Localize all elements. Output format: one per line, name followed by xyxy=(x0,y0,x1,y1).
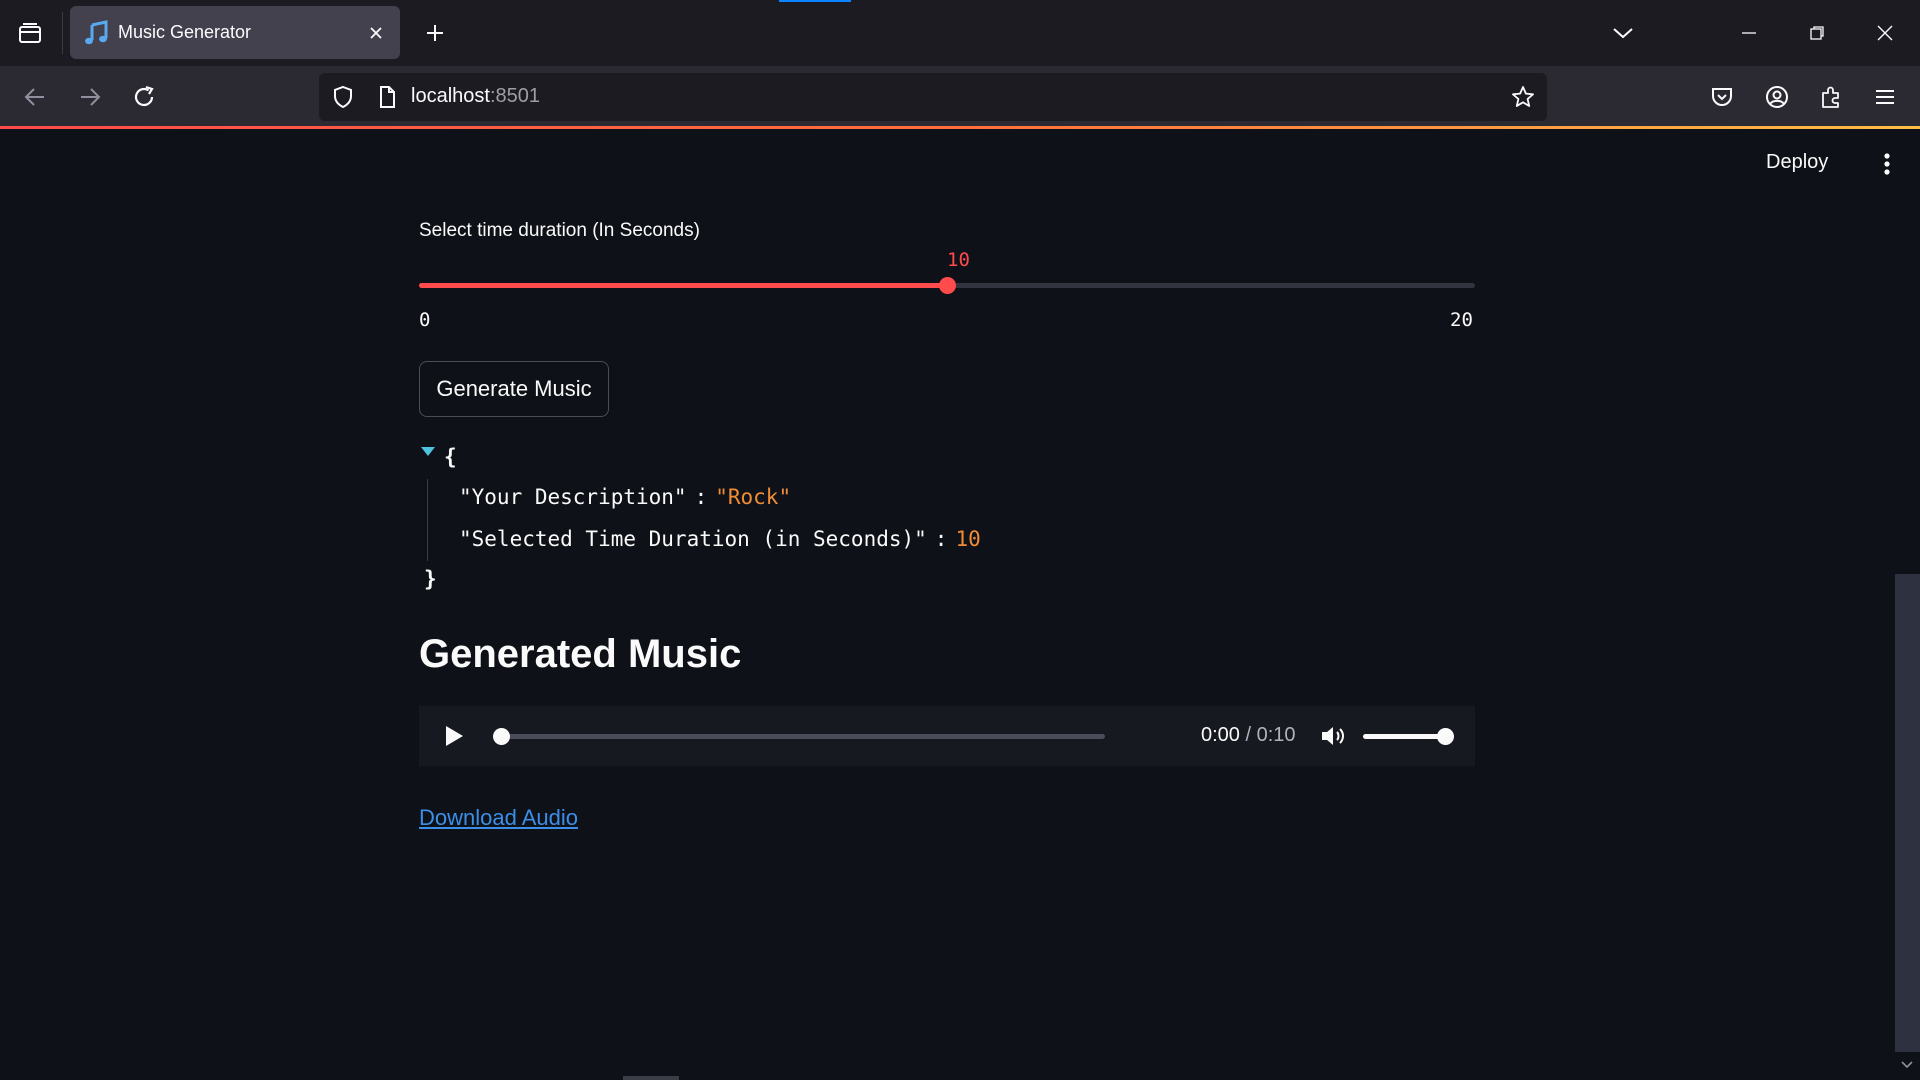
json-key: "Selected Time Duration (in Seconds)" xyxy=(459,527,927,551)
shield-icon[interactable] xyxy=(331,85,355,109)
tab-title: Music Generator xyxy=(118,22,252,42)
duration-slider[interactable] xyxy=(419,277,1475,294)
page-icon[interactable] xyxy=(375,85,399,109)
pocket-icon[interactable] xyxy=(1703,78,1741,116)
json-entry: "Selected Time Duration (in Seconds)":10 xyxy=(459,527,981,551)
scrollbar-thumb[interactable] xyxy=(1895,574,1920,1052)
deploy-button[interactable]: Deploy xyxy=(1766,151,1828,174)
slider-min-label: 0 xyxy=(419,309,431,331)
browser-tab-active[interactable]: Music Generator xyxy=(70,6,400,59)
slider-label: Select time duration (In Seconds) xyxy=(419,220,700,241)
json-value: "Rock" xyxy=(715,485,792,509)
json-entry: "Your Description": "Rock" xyxy=(459,485,791,509)
json-colon: : xyxy=(694,485,708,509)
collapse-caret-icon[interactable] xyxy=(421,447,435,456)
json-open-brace: { xyxy=(444,445,457,469)
audio-current-time: 0:00 xyxy=(1201,724,1240,746)
horizontal-scroll-indicator xyxy=(623,1076,679,1080)
slider-thumb[interactable] xyxy=(939,277,956,294)
close-tab-icon[interactable] xyxy=(360,17,392,49)
browser-nav-bar: localhost:8501 xyxy=(0,66,1920,128)
volume-thumb[interactable] xyxy=(1437,728,1454,745)
app-header: Deploy xyxy=(0,129,1920,199)
json-key: "Your Description" xyxy=(459,485,687,509)
star-icon[interactable] xyxy=(1511,85,1535,109)
tab-drag-indicator xyxy=(779,0,851,2)
new-tab-icon[interactable] xyxy=(418,16,452,50)
url-port: :8501 xyxy=(489,85,540,107)
extensions-icon[interactable] xyxy=(1812,78,1850,116)
audio-seek-bar[interactable] xyxy=(493,728,1105,745)
tab-overview-icon[interactable] xyxy=(12,18,48,50)
json-close-brace: } xyxy=(424,567,437,591)
list-all-tabs-icon[interactable] xyxy=(1603,14,1643,52)
restore-icon[interactable] xyxy=(1797,14,1837,52)
url-text[interactable]: localhost:8501 xyxy=(411,85,540,108)
minimize-icon[interactable] xyxy=(1729,14,1769,52)
json-colon: : xyxy=(934,527,948,551)
close-window-icon[interactable] xyxy=(1865,14,1905,52)
audio-time-separator: / xyxy=(1239,724,1257,746)
slider-max-label: 20 xyxy=(1450,309,1473,331)
url-bar[interactable]: localhost:8501 xyxy=(319,73,1547,121)
section-title: Generated Music xyxy=(419,632,742,676)
app-menu-icon[interactable] xyxy=(1866,78,1904,116)
generate-music-button[interactable]: Generate Music xyxy=(419,361,609,417)
audio-player: 0:00 / 0:10 xyxy=(419,706,1475,766)
audio-seek-thumb[interactable] xyxy=(493,728,510,745)
volume-slider[interactable] xyxy=(1363,728,1454,745)
url-host: localhost xyxy=(411,85,490,107)
play-icon[interactable] xyxy=(441,723,467,749)
json-value: 10 xyxy=(955,527,981,551)
volume-fill xyxy=(1363,734,1445,739)
audio-duration: 0:10 xyxy=(1256,724,1296,746)
volume-icon[interactable] xyxy=(1319,721,1349,751)
reload-icon[interactable] xyxy=(125,78,163,116)
scroll-down-icon[interactable] xyxy=(1898,1056,1916,1074)
json-indent-guide xyxy=(427,479,428,561)
forward-icon[interactable] xyxy=(71,78,109,116)
music-note-icon xyxy=(82,19,110,47)
slider-fill xyxy=(419,283,947,288)
account-icon[interactable] xyxy=(1758,78,1796,116)
download-audio-link[interactable]: Download Audio xyxy=(419,805,578,831)
back-icon[interactable] xyxy=(16,78,54,116)
tab-separator xyxy=(62,12,63,54)
audio-time: 0:00 / 0:10 xyxy=(1201,724,1296,747)
browser-tab-bar: Music Generator xyxy=(0,0,1920,66)
